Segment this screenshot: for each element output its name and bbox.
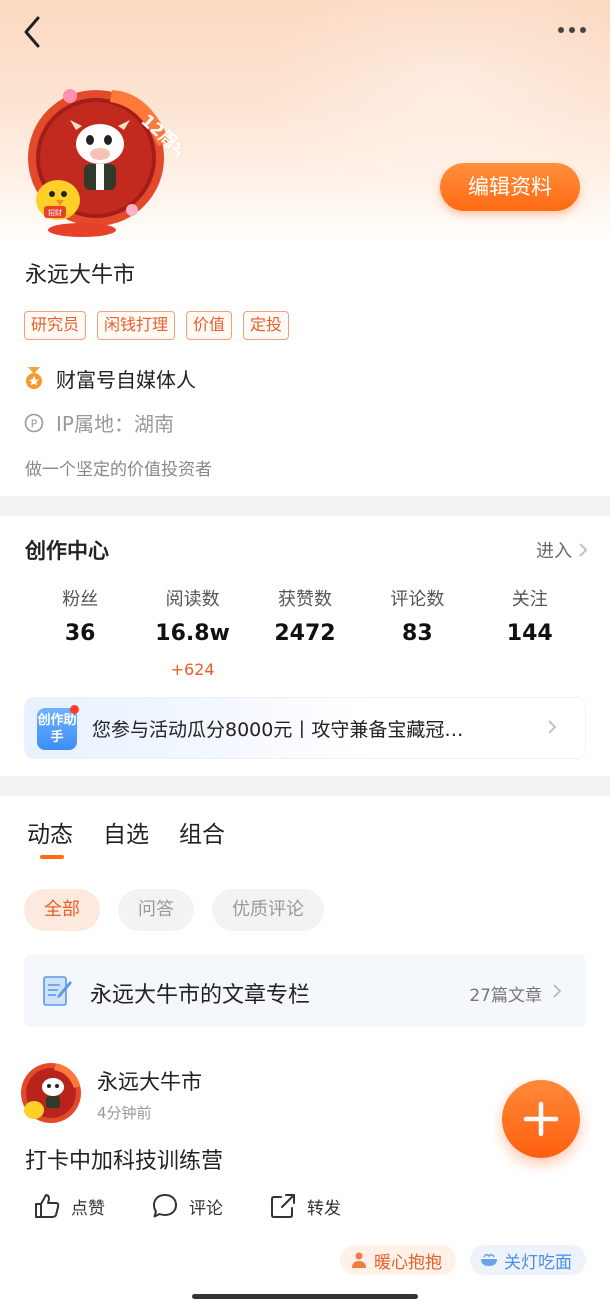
svg-text:招财: 招财 <box>48 208 62 217</box>
active-tab-indicator <box>40 855 64 859</box>
profile-tag: 价值 <box>186 311 233 340</box>
article-count: 27篇文章 <box>469 986 542 1006</box>
filter-all[interactable]: 全部 <box>24 889 100 931</box>
feed-filters: 全部 问答 优质评论 <box>24 889 324 931</box>
comment-label: 评论 <box>189 1198 223 1219</box>
post-timestamp: 4分钟前 <box>97 1104 152 1122</box>
tab-portfolio[interactable]: 组合 <box>179 815 225 849</box>
stat-label: 获赞数 <box>277 589 332 610</box>
filter-quality-comments[interactable]: 优质评论 <box>212 889 324 931</box>
media-badge-row: 财富号自媒体人 <box>24 364 196 393</box>
ip-location-text: IP属地：湖南 <box>56 412 174 436</box>
section-divider <box>0 776 610 796</box>
hug-person-icon <box>352 1252 366 1268</box>
enter-label: 进入 <box>536 541 572 562</box>
plus-icon <box>523 1101 559 1137</box>
chevron-right-icon <box>579 543 588 557</box>
article-column-title: 永远大牛市的文章专栏 <box>90 983 311 1008</box>
profile-tag: 闲钱打理 <box>97 311 176 340</box>
creator-center-title: 创作中心 <box>25 539 109 563</box>
chip-label: 关灯吃面 <box>504 1252 572 1273</box>
create-post-button[interactable] <box>502 1080 580 1158</box>
stat-likes[interactable]: 获赞数 2472 <box>249 585 361 680</box>
creator-center-enter-link[interactable]: 进入 <box>536 537 588 563</box>
banner-text: 您参与活动瓜分8000元丨攻守兼备宝藏冠… <box>92 719 464 741</box>
edit-profile-button[interactable]: 编辑资料 <box>440 163 580 211</box>
profile-tag: 研究员 <box>24 311 87 340</box>
stat-label: 粉丝 <box>62 589 99 610</box>
post-author-name[interactable]: 永远大牛市 <box>97 1066 202 1096</box>
medal-icon <box>26 366 42 389</box>
stat-reads[interactable]: 阅读数 16.8w +624 <box>136 585 248 680</box>
document-edit-icon <box>43 976 72 1006</box>
like-label: 点赞 <box>71 1198 105 1219</box>
creator-stats: 粉丝 36 阅读数 16.8w +624 获赞数 2472 评论数 83 关注 … <box>24 585 586 680</box>
post-author-avatar[interactable] <box>18 1060 84 1126</box>
reaction-chips: 暖心抱抱 关灯吃面 <box>340 1245 586 1275</box>
chevron-right-icon <box>553 984 562 998</box>
stat-delta <box>249 660 361 680</box>
notification-dot <box>70 705 79 714</box>
share-external-icon <box>271 1194 295 1218</box>
stat-label: 关注 <box>511 589 548 610</box>
stat-value: 36 <box>64 621 96 646</box>
chip-label: 暖心抱抱 <box>374 1252 442 1273</box>
stat-value: 83 <box>402 621 433 646</box>
stat-label: 评论数 <box>390 589 445 610</box>
stat-following[interactable]: 关注 144 <box>474 585 586 680</box>
stat-value: 2472 <box>274 621 336 646</box>
more-dots-icon[interactable] <box>556 22 588 38</box>
filter-qa[interactable]: 问答 <box>118 889 194 931</box>
content-tabs: 动态 自选 组合 <box>27 815 225 849</box>
stat-delta: +624 <box>170 660 215 679</box>
creator-assistant-banner[interactable]: 创作助手 您参与活动瓜分8000元丨攻守兼备宝藏冠… <box>24 697 586 759</box>
thumbs-up-icon <box>35 1194 60 1218</box>
tab-watchlist[interactable]: 自选 <box>103 815 149 849</box>
ip-location-row: P IP属地：湖南 <box>24 408 174 437</box>
article-column-card[interactable]: 永远大牛市的文章专栏 27篇文章 <box>24 955 586 1027</box>
share-label: 转发 <box>307 1198 341 1219</box>
section-divider <box>0 496 610 516</box>
chip-lights-off-noodles[interactable]: 关灯吃面 <box>470 1245 586 1275</box>
chevron-right-icon <box>548 720 557 734</box>
stat-label: 阅读数 <box>165 589 220 610</box>
stat-delta <box>361 660 473 680</box>
post-actions: 点赞 评论 转发 <box>33 1192 387 1220</box>
chip-warm-hug[interactable]: 暖心抱抱 <box>340 1245 456 1275</box>
profile-bio: 做一个坚定的价值投资者 <box>25 460 212 480</box>
comment-button[interactable]: 评论 <box>151 1192 269 1220</box>
noodle-bowl-icon <box>481 1253 497 1266</box>
profile-tag: 定投 <box>243 311 290 340</box>
stat-delta <box>474 660 586 680</box>
creator-assistant-icon: 创作助手 <box>37 708 77 750</box>
tab-feed[interactable]: 动态 <box>27 815 73 849</box>
home-indicator <box>192 1294 418 1299</box>
svg-text:P: P <box>31 417 38 430</box>
location-p-icon: P <box>24 413 44 432</box>
post-content[interactable]: 打卡中加科技训练营 <box>25 1143 223 1175</box>
profile-tags: 研究员 闲钱打理 价值 定投 <box>24 311 290 340</box>
profile-name: 永远大牛市 <box>25 263 136 288</box>
stat-comments[interactable]: 评论数 83 <box>361 585 473 680</box>
media-badge-text: 财富号自媒体人 <box>56 368 196 392</box>
stat-delta <box>24 660 136 680</box>
stat-value: 144 <box>506 621 553 646</box>
share-button[interactable]: 转发 <box>269 1192 387 1220</box>
avatar[interactable]: 招财 12周年庆 <box>20 82 180 240</box>
like-button[interactable]: 点赞 <box>33 1192 151 1220</box>
stat-fans[interactable]: 粉丝 36 <box>24 585 136 680</box>
stat-value: 16.8w <box>155 621 230 646</box>
chevron-left-icon[interactable] <box>20 14 48 50</box>
comment-bubble-icon <box>153 1194 177 1218</box>
